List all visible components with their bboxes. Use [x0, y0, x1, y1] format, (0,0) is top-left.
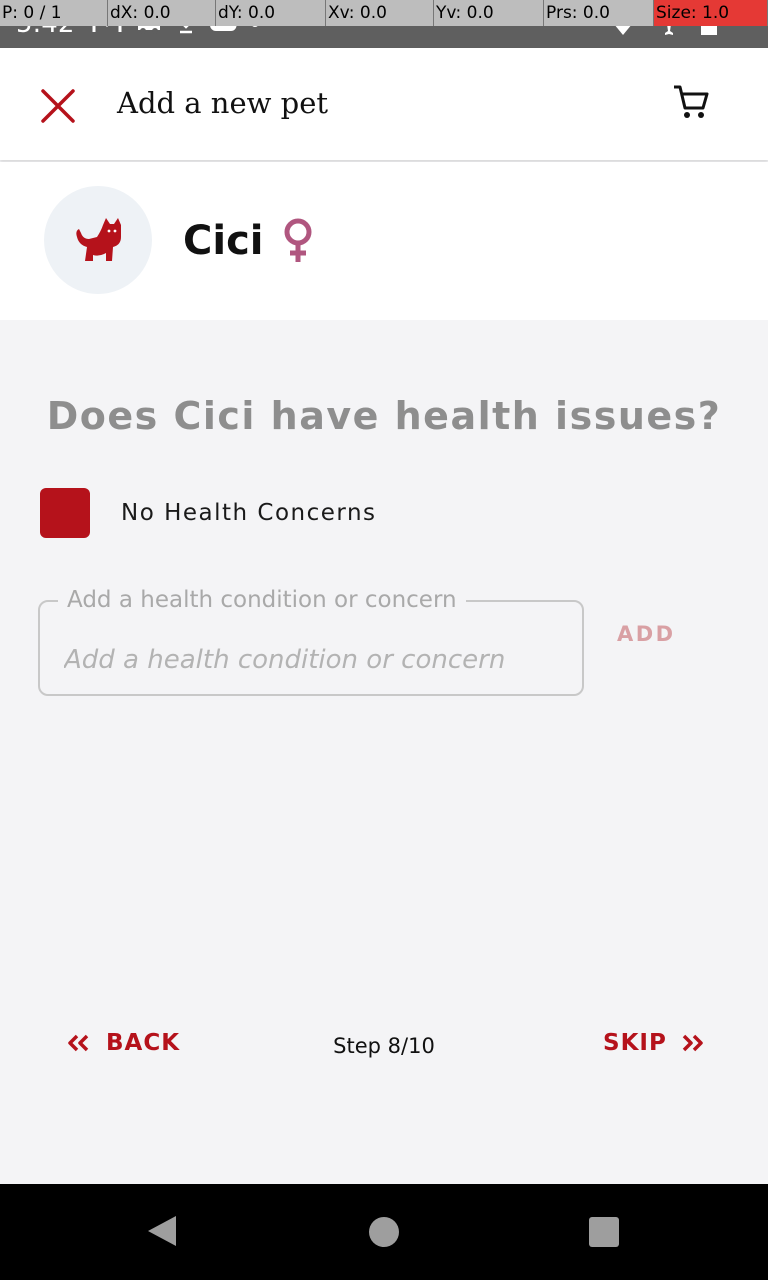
debug-pointer: P: 0 / 1 [0, 0, 108, 26]
no-health-concerns-label: No Health Concerns [121, 500, 377, 526]
nav-home-icon[interactable] [369, 1217, 399, 1247]
system-nav-bar [0, 1184, 768, 1280]
debug-size: Size: 1.0 [654, 0, 768, 26]
health-condition-field[interactable]: Add a health condition or concern [38, 587, 584, 696]
cat-icon [76, 218, 121, 261]
pet-avatar [44, 186, 152, 294]
cart-icon [674, 85, 709, 118]
debug-prs: Prs: 0.0 [544, 0, 654, 26]
health-condition-input[interactable] [64, 640, 564, 680]
nav-back-icon[interactable] [146, 1214, 178, 1248]
debug-xv: Xv: 0.0 [326, 0, 434, 26]
debug-dx: dX: 0.0 [108, 0, 216, 26]
close-icon [41, 89, 75, 123]
nav-recents-icon[interactable] [589, 1217, 619, 1247]
no-health-concerns-row[interactable]: No Health Concerns [40, 488, 377, 538]
skip-button[interactable]: SKIP [603, 1030, 705, 1056]
page-title: Add a new pet [117, 86, 329, 120]
close-button[interactable] [30, 78, 86, 134]
pointer-debug-overlay: P: 0 / 1 dX: 0.0 dY: 0.0 Xv: 0.0 Yv: 0.0… [0, 0, 768, 26]
debug-dy: dY: 0.0 [216, 0, 326, 26]
add-button[interactable]: ADD [617, 622, 676, 646]
app-bar: Add a new pet [0, 48, 768, 160]
health-question: Does Cici have health issues? [46, 394, 722, 438]
female-icon [284, 218, 312, 262]
debug-yv: Yv: 0.0 [434, 0, 544, 26]
health-condition-label: Add a health condition or concern [58, 587, 466, 613]
pet-header: Cici [0, 162, 768, 320]
cart-button[interactable] [662, 74, 720, 130]
no-health-concerns-checkbox[interactable] [40, 488, 90, 538]
double-chevron-right-icon [682, 1034, 703, 1052]
pet-name: Cici [183, 218, 264, 264]
skip-label: SKIP [603, 1030, 667, 1056]
